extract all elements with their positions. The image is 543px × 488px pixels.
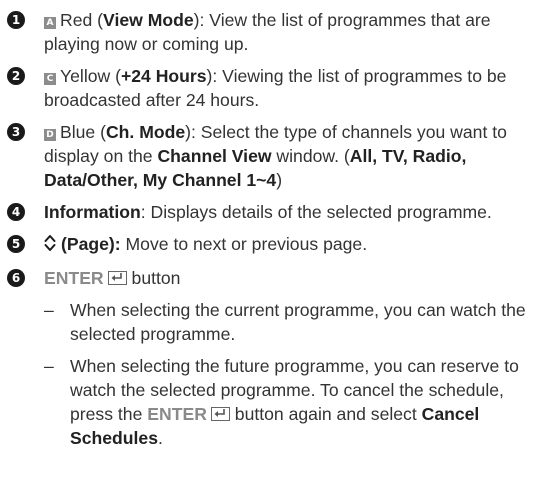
sub-list-item: – When selecting the future programme, y… [44, 356, 519, 448]
key-color-label: Red [60, 10, 93, 30]
window-name: Channel View [157, 146, 272, 166]
red-key-icon: A [44, 17, 56, 29]
key-function-label: View Mode [103, 10, 194, 30]
key-function-label: Information [44, 202, 141, 222]
enter-label: ENTER [147, 404, 207, 424]
list-item: 5 (Page): Move to next or previous page. [0, 232, 543, 258]
key-function-label: Ch. Mode [105, 122, 186, 142]
sub-list: – When selecting the current programme, … [44, 298, 531, 450]
number-badge: 6 [7, 269, 25, 287]
list-item: 1 A Red (View Mode): View the list of pro… [0, 8, 543, 56]
key-function-label: +24 Hours [120, 66, 207, 86]
key-color-label: Blue [60, 122, 96, 142]
sub-item-text: When selecting the current programme, yo… [70, 300, 526, 344]
enter-label: ENTER [44, 268, 104, 288]
key-function-label: (Page): [61, 234, 121, 254]
number-badge: 4 [7, 203, 25, 221]
page-up-down-icon [44, 234, 56, 258]
sub-list-item: – When selecting the current programme, … [44, 298, 531, 346]
list-item: 3 D Blue (Ch. Mode): Select the type of c… [0, 120, 543, 192]
number-badge: 1 [7, 11, 25, 29]
list-item: 4 Information: Displays details of the s… [0, 200, 543, 224]
list-item: 2 C Yellow (+24 Hours): Viewing the list … [0, 64, 543, 112]
blue-key-icon: D [44, 129, 56, 141]
enter-icon [210, 407, 230, 421]
yellow-key-icon: C [44, 73, 56, 85]
enter-icon [107, 271, 127, 285]
number-badge: 5 [7, 235, 25, 253]
item-description: : Displays details of the selected progr… [140, 202, 492, 222]
number-badge: 2 [7, 67, 25, 85]
manual-page: 1 A Red (View Mode): View the list of pro… [0, 0, 543, 488]
list-item: 6 ENTER button – When selecting the curr… [0, 266, 543, 450]
dash-bullet: – [44, 356, 54, 376]
item-description: button [126, 268, 181, 288]
number-badge: 3 [7, 123, 25, 141]
item-description: Move to next or previous page. [120, 234, 368, 254]
key-color-label: Yellow [60, 66, 111, 86]
dash-bullet: – [44, 300, 54, 320]
